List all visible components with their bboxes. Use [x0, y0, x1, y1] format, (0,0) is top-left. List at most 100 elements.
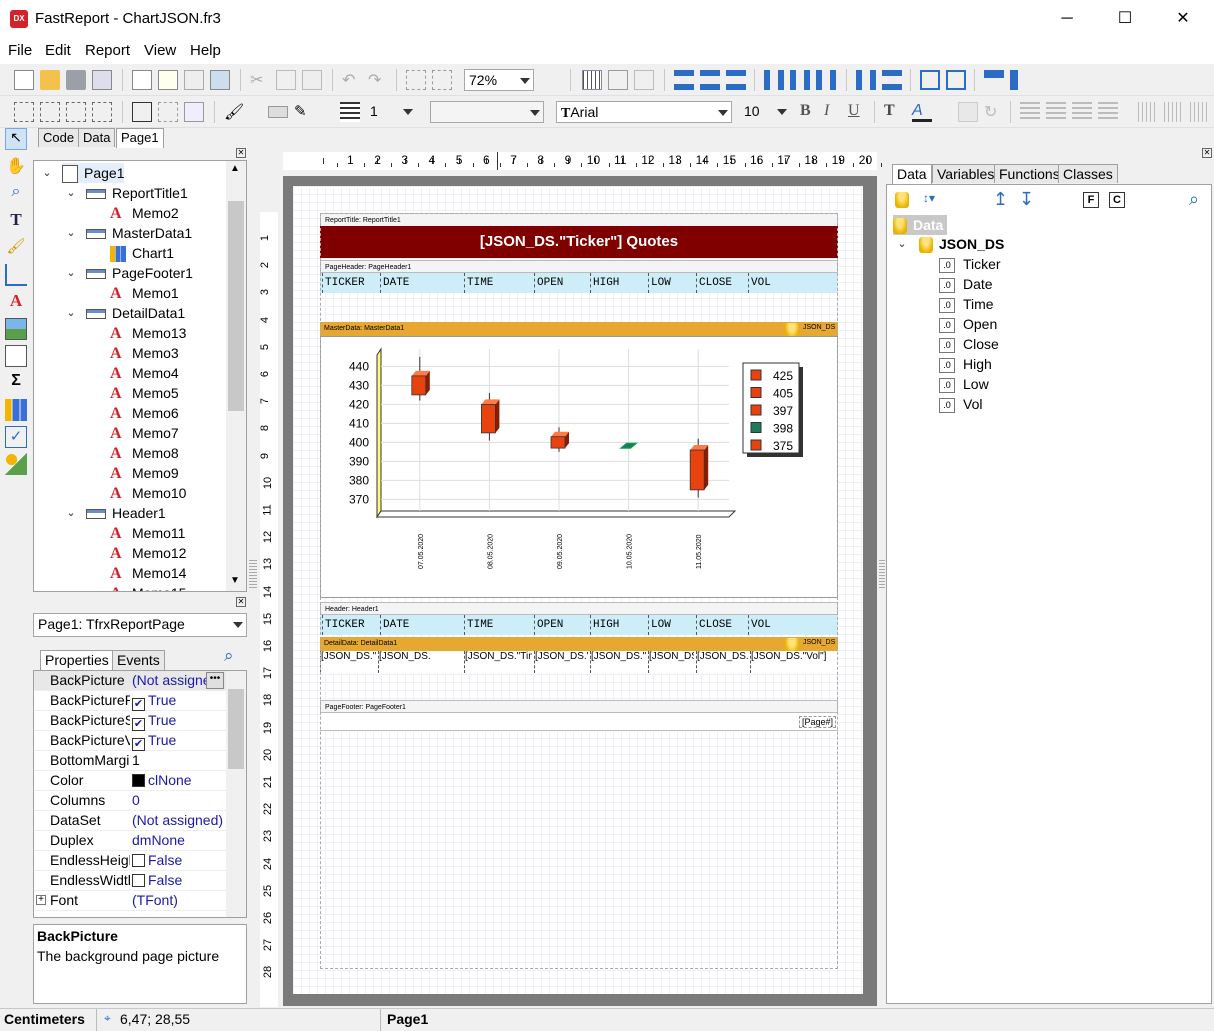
tree-node[interactable]: DetailData1	[86, 303, 185, 323]
redo-icon[interactable]: ↷	[368, 70, 388, 90]
text-tool-icon[interactable]: T	[5, 210, 27, 232]
column-header-memo[interactable]: DATE	[380, 615, 409, 635]
frame-none-icon[interactable]	[158, 102, 178, 122]
tree-scrollbar[interactable]: ▲ ▼	[226, 161, 246, 591]
paste-icon[interactable]	[302, 70, 322, 90]
tree-node[interactable]: A Memo3	[110, 343, 179, 363]
page-header-band[interactable]: PageHeader: PageHeader1	[320, 260, 838, 273]
tree-node[interactable]: A Memo7	[110, 423, 179, 443]
report-title-band[interactable]: ReportTitle: ReportTitle1	[320, 213, 838, 226]
property-value[interactable]: clNone	[132, 772, 226, 788]
tree-expander-icon[interactable]: ⌄	[66, 308, 76, 319]
column-header-memo[interactable]: LOW	[648, 273, 671, 293]
property-row[interactable]: BackPictureP ✔ True	[34, 691, 226, 711]
tree-node[interactable]: A Memo10	[110, 483, 186, 503]
align-center-icon[interactable]	[700, 70, 720, 90]
props-scroll-thumb[interactable]	[228, 689, 244, 769]
tree-node[interactable]: A Memo11	[110, 523, 185, 543]
column-header-memo[interactable]: TIME	[464, 615, 493, 635]
chart-tool-icon[interactable]	[5, 399, 27, 421]
tree-node[interactable]: PageFooter1	[86, 263, 193, 283]
detail-cell-memo[interactable]: [JSON_DS."Time"]	[464, 651, 532, 673]
property-value[interactable]: 0	[132, 792, 226, 808]
property-row[interactable]: Color clNone	[34, 771, 226, 791]
sort-icon[interactable]: ↕▾	[923, 191, 935, 205]
column-header-memo[interactable]: TIME	[464, 273, 493, 293]
column-header-memo[interactable]: OPEN	[534, 615, 563, 635]
tab-data-tree[interactable]: Data	[892, 164, 932, 184]
tree-node[interactable]: A Memo5	[110, 383, 179, 403]
column-header-memo[interactable]: VOL	[748, 615, 771, 635]
data-search-icon[interactable]: ⌕	[1189, 189, 1199, 210]
dataset-expander-icon[interactable]: ⌄	[897, 239, 907, 250]
show-grid-icon[interactable]	[582, 70, 602, 90]
center-vert-icon[interactable]	[946, 70, 966, 90]
frame-width-select[interactable]: 1	[366, 101, 416, 123]
tab-functions[interactable]: Functions	[994, 164, 1065, 183]
frame-top-icon[interactable]	[14, 102, 34, 122]
detail-cell-memo[interactable]: [JSON_DS."Ticker"]	[320, 651, 376, 673]
cut-icon[interactable]: ✂	[250, 70, 270, 90]
property-row[interactable]: EndlessWidth False	[34, 871, 226, 891]
menu-report[interactable]: Report	[85, 42, 130, 59]
property-value[interactable]: 1	[132, 752, 226, 768]
bold-icon[interactable]: B	[800, 102, 820, 122]
field-node[interactable]: .0 High	[939, 354, 992, 374]
underline-icon[interactable]: U	[848, 102, 868, 122]
page-number-memo[interactable]: [Page#]	[798, 716, 836, 728]
align-right-icon[interactable]	[726, 70, 746, 90]
expand-icon[interactable]: ↧	[1019, 189, 1034, 210]
right-splitter[interactable]	[879, 560, 885, 590]
style-select[interactable]	[430, 101, 544, 123]
class-mode-icon[interactable]: C	[1109, 192, 1125, 208]
font-settings-icon[interactable]: T	[884, 102, 904, 122]
align-left-icon[interactable]	[674, 70, 694, 90]
tree-node[interactable]: A Memo12	[110, 543, 186, 563]
column-header-memo[interactable]: LOW	[648, 615, 671, 635]
tree-node[interactable]: A Memo9	[110, 463, 179, 483]
tab-code[interactable]: Code	[38, 128, 80, 147]
property-value[interactable]: (TFont)	[132, 892, 226, 908]
page-footer-band[interactable]: PageFooter: PageFooter1	[320, 700, 838, 713]
tree-node[interactable]: A Memo6	[110, 403, 179, 423]
menu-edit[interactable]: Edit	[45, 42, 71, 59]
picture-tool-icon[interactable]	[5, 318, 27, 340]
band-tool-icon[interactable]	[5, 264, 27, 286]
detail-cell-memo[interactable]: [JSON_DS."Low"]	[648, 651, 694, 673]
field-node[interactable]: .0 Time	[939, 294, 994, 314]
frame-bottom-icon[interactable]	[40, 102, 60, 122]
align-bottom-icon[interactable]	[816, 70, 836, 90]
detail-cell-memo[interactable]: [JSON_DS."Open"]	[534, 651, 588, 673]
delete-page-icon[interactable]	[184, 70, 204, 90]
property-row[interactable]: BackPictureV ✔ True	[34, 731, 226, 751]
italic-icon[interactable]: I	[824, 102, 844, 122]
inspector-search-icon[interactable]: ⌕	[224, 646, 234, 666]
tree-node[interactable]: A Memo15	[110, 583, 186, 591]
tree-expander-icon[interactable]: ⌄	[66, 188, 76, 199]
text-align-bottom-icon[interactable]	[1190, 102, 1208, 122]
tree-expander-icon[interactable]: ⌄	[66, 268, 76, 279]
field-node[interactable]: .0 Date	[939, 274, 993, 294]
font-size-select[interactable]: 10	[740, 101, 790, 123]
detail-cell-memo[interactable]: [JSON_DS.	[378, 651, 434, 673]
frame-right-icon[interactable]	[92, 102, 112, 122]
text-align-left-icon[interactable]	[1020, 102, 1040, 122]
tree-node[interactable]: A Memo13	[110, 323, 186, 343]
tree-node[interactable]: MasterData1	[86, 223, 192, 243]
property-row[interactable]: Duplex dmNone	[34, 831, 226, 851]
fill-editor-icon[interactable]	[268, 106, 288, 118]
tree-scroll-thumb[interactable]	[228, 201, 244, 411]
zoom-select[interactable]: 72%	[464, 69, 534, 91]
field-node[interactable]: .0 Close	[939, 334, 999, 354]
tree-node[interactable]: A Memo8	[110, 443, 179, 463]
frame-all-icon[interactable]	[132, 102, 152, 122]
group-icon[interactable]	[406, 70, 426, 90]
tree-node[interactable]: Chart1	[110, 243, 174, 263]
field-node[interactable]: .0 Open	[939, 314, 997, 334]
ellipsis-button[interactable]: •••	[206, 672, 224, 689]
maximize-button[interactable]: ☐	[1096, 0, 1154, 38]
frame-style-icon[interactable]	[340, 102, 360, 122]
tree-expander-icon[interactable]: ⌄	[42, 168, 52, 179]
props-scrollbar[interactable]	[226, 671, 246, 917]
header-band[interactable]: Header: Header1	[320, 602, 838, 615]
